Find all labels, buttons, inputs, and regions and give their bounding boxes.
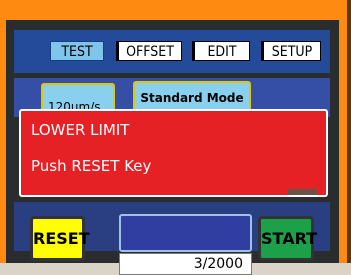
tab-setup[interactable]: SETUP bbox=[261, 41, 321, 61]
control-strip: RESET 3/2000 START bbox=[6, 202, 339, 275]
tab-offset[interactable]: OFFSET bbox=[116, 41, 182, 61]
alarm-instruction: Push RESET Key bbox=[31, 157, 152, 175]
alarm-title: LOWER LIMIT bbox=[31, 121, 130, 139]
alarm-message-panel: LOWER LIMIT Push RESET Key bbox=[19, 109, 328, 197]
message-scroll-indicator bbox=[288, 189, 318, 195]
reset-button[interactable]: RESET bbox=[30, 216, 90, 261]
tab-bar: TEST OFFSET EDIT SETUP bbox=[14, 30, 330, 73]
start-button[interactable]: START bbox=[258, 216, 317, 261]
tab-test[interactable]: TEST bbox=[50, 41, 104, 61]
lcd-screen: TEST OFFSET EDIT SETUP 120μm/s Standard … bbox=[6, 20, 339, 275]
cycle-counter: 3/2000 bbox=[119, 253, 252, 275]
tab-edit[interactable]: EDIT bbox=[192, 41, 250, 61]
status-display bbox=[119, 214, 252, 252]
